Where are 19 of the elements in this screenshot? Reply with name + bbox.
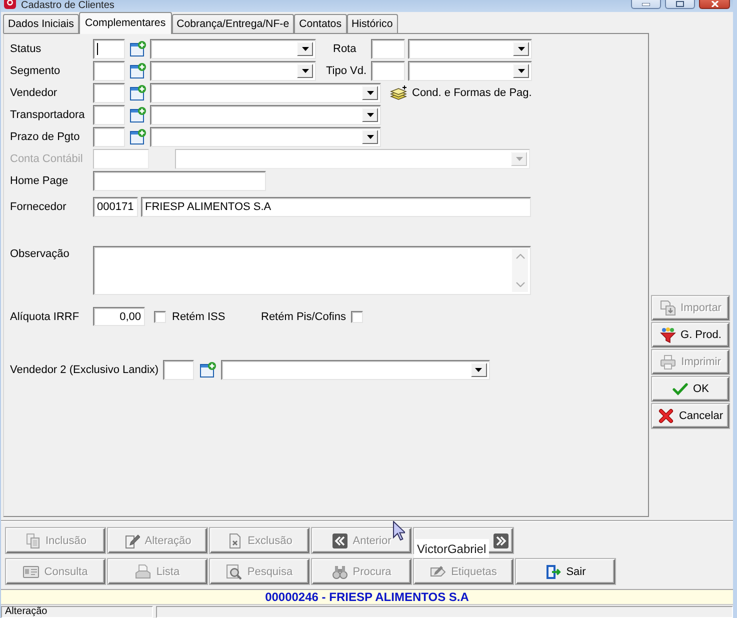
status-panel: Alteração: [1, 606, 153, 618]
window-title: Cadastro de Clientes: [21, 0, 114, 11]
checkbox-label: Retém Pis/Cofins: [261, 310, 346, 322]
checkbox-label: Retém ISS: [172, 310, 226, 322]
field-label: Rota: [333, 43, 356, 55]
field-label: Vendedor: [10, 87, 58, 99]
field-label: Status: [10, 43, 42, 55]
tooltip: VictorGabriel: [414, 539, 490, 558]
field-label: Vendedor 2 (Exclusivo Landix): [10, 364, 159, 376]
record-banner: 00000246 - FRIESP ALIMENTOS S.A: [1, 589, 733, 605]
field-label: Alíquota IRRF: [10, 310, 80, 322]
field-label: Prazo de Pgto: [10, 131, 80, 143]
field-label: Fornecedor: [10, 201, 66, 213]
field-label: Transportadora: [10, 109, 85, 121]
field-label: Segmento: [10, 65, 60, 77]
field-label: Tipo Vd.: [326, 65, 367, 77]
field-label: Home Page: [10, 175, 68, 187]
field-label: Observação: [10, 248, 70, 260]
field-label: Conta Contábil: [10, 153, 83, 165]
